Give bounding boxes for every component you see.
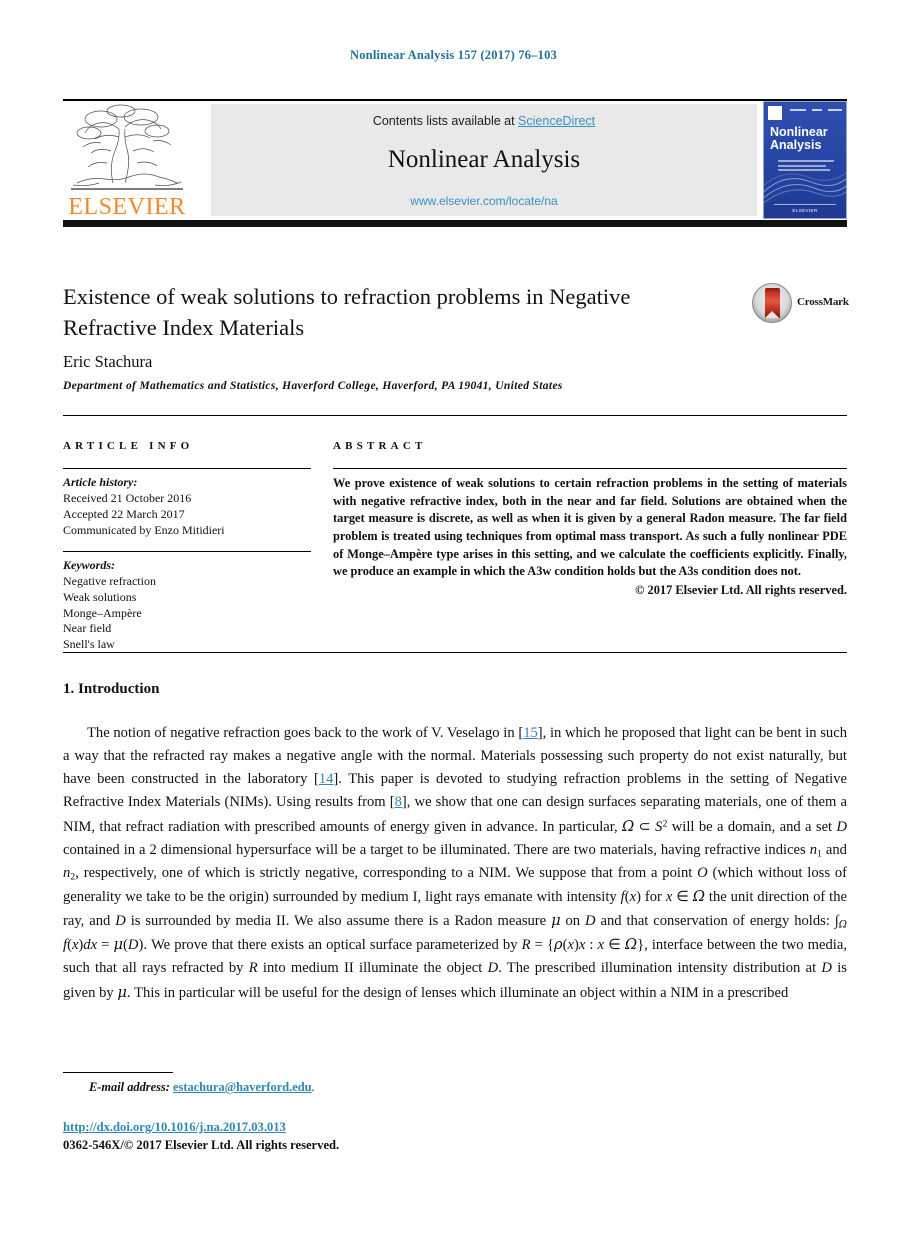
introduction-body: The notion of negative refraction goes b… [63,722,847,1005]
elsevier-tree-icon [71,104,183,190]
crossmark-notch-shape [764,311,779,318]
footnote-rule [63,1072,173,1074]
contents-panel: Contents lists available at ScienceDirec… [211,104,757,216]
article-info-heading: ARTICLE INFO [63,440,194,452]
running-head: Nonlinear Analysis 157 (2017) 76–103 [350,48,557,62]
article-info-rule-2 [63,550,311,552]
author-affiliation: Department of Mathematics and Statistics… [63,380,563,392]
masthead-bottom-rule [63,220,847,227]
crossmark-book-shape [764,288,780,318]
cover-title-line2: Analysis [770,138,822,153]
crossmark-label: CrossMark [797,296,849,308]
section-heading-introduction: 1. Introduction [63,681,160,697]
contents-available-line: Contents lists available at ScienceDirec… [211,114,757,128]
crossmark-icon [752,283,792,323]
article-history-received: Received 21 October 2016 [63,491,192,506]
cover-footer-text: ELSEVIER [792,208,818,213]
abstract-body: We prove existence of weak solutions to … [333,476,847,579]
citation-link-8[interactable]: 8 [395,794,402,810]
article-history-accepted: Accepted 22 March 2017 [63,507,185,522]
cover-publisher-mark-icon [768,106,782,120]
email-label: E-mail address: [89,1080,170,1094]
issn-copyright-line: 0362-546X/© 2017 Elsevier Ltd. All right… [63,1138,340,1152]
citation-link-15[interactable]: 15 [523,725,538,741]
crossmark-badge[interactable]: CrossMark [752,283,849,323]
page-title: Existence of weak solutions to refractio… [63,284,631,341]
cover-title-line1: Nonlinear [770,125,828,139]
author-email-link[interactable]: estachura@haverford.edu [173,1080,312,1094]
abstract-copyright: © 2017 Elsevier Ltd. All rights reserved… [635,582,847,597]
keyword-item: Snell's law [63,637,115,652]
affiliation-rule [63,415,847,416]
author-name: Eric Stachura [63,352,153,371]
keyword-item: Near field [63,621,112,636]
journal-masthead: ELSEVIER Contents lists available at Sci… [63,99,847,227]
citation-link-14[interactable]: 14 [319,771,334,787]
elsevier-logo[interactable]: ELSEVIER [63,103,191,221]
cover-wave-graphic [764,172,846,204]
journal-title: Nonlinear Analysis [387,146,581,173]
abstract-heading: ABSTRACT [333,440,427,452]
article-history-communicated: Communicated by Enzo Mitidieri [63,522,225,537]
cover-footer: ELSEVIER [774,203,836,213]
introduction-paragraph: The notion of negative refraction goes b… [63,725,848,1001]
article-info-rule-1 [63,468,311,470]
cover-title: Nonlinear Analysis [770,125,842,153]
elsevier-wordmark: ELSEVIER [68,194,186,220]
doi-link[interactable]: http://dx.doi.org/10.1016/j.na.2017.03.0… [63,1120,286,1135]
article-info-column: ARTICLE INFO Article history: Received 2… [63,440,311,653]
journal-homepage-link[interactable]: www.elsevier.com/locate/na [211,194,757,208]
keyword-item: Negative refraction [63,573,156,588]
cover-top-strip [768,106,842,120]
intro-separator-rule [63,652,847,653]
contents-prefix-text: Contents lists available at [372,114,519,128]
keywords-heading: Keywords: [63,557,115,572]
sciencedirect-link[interactable]: ScienceDirect [518,114,595,128]
article-history-heading: Article history: [63,475,138,490]
paper-page: Nonlinear Analysis 157 (2017) 76–103 ELS… [0,0,907,1238]
abstract-rule [333,468,847,470]
abstract-column: ABSTRACT We prove existence of weak solu… [333,440,847,598]
email-suffix: . [311,1080,315,1094]
journal-cover-thumbnail[interactable]: Nonlinear Analysis ELSEVIER [763,101,847,219]
keyword-item: Weak solutions [63,589,137,604]
keyword-item: Monge–Ampère [63,605,142,620]
footnote-email: E-mail address: estachura@haverford.edu. [63,1080,663,1095]
masthead-top-rule [63,99,847,101]
